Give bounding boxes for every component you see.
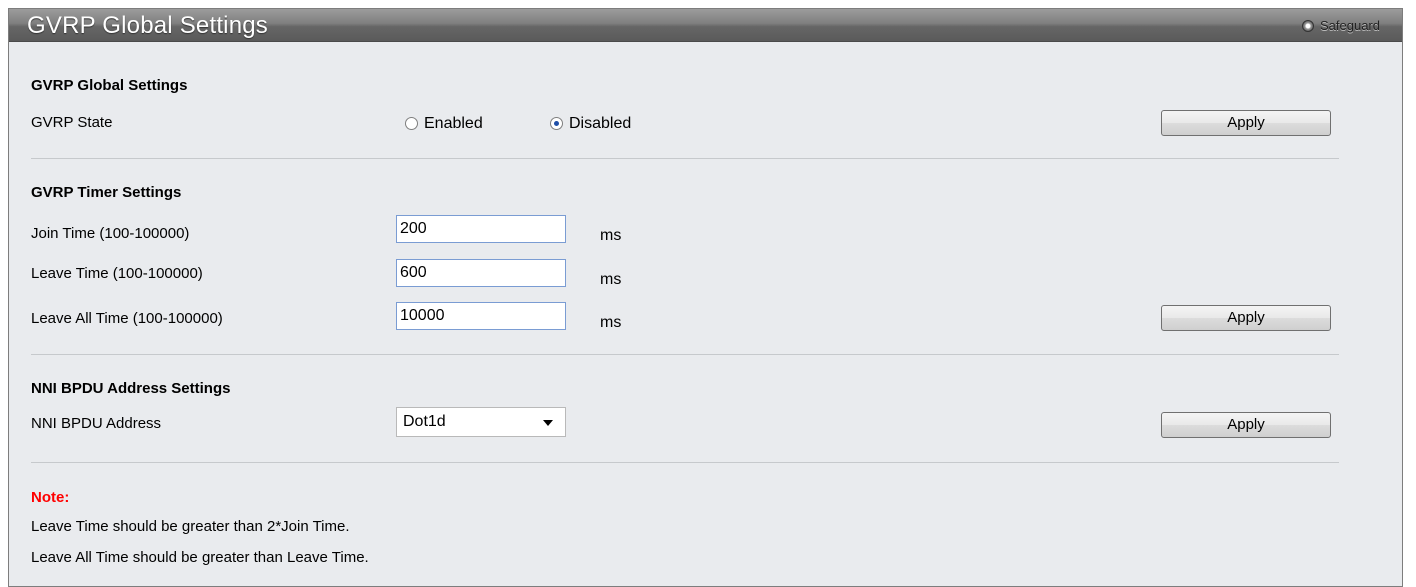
- title-bar: GVRP Global Settings Safeguard: [9, 9, 1402, 42]
- note-line: Leave Time should be greater than 2*Join…: [31, 518, 350, 535]
- gvrp-state-label: GVRP State: [31, 114, 113, 131]
- gvrp-global-settings-panel: GVRP Global Settings Safeguard GVRP Glob…: [8, 8, 1403, 587]
- nni-bpdu-address-label: NNI BPDU Address: [31, 415, 162, 432]
- gvrp-state-disabled-label: Disabled: [569, 115, 632, 132]
- timer-apply-button[interactable]: Apply: [1161, 305, 1331, 331]
- nni-bpdu-settings-heading: NNI BPDU Address Settings: [31, 380, 231, 397]
- nni-apply-button[interactable]: Apply: [1161, 412, 1331, 438]
- join-time-input[interactable]: [396, 215, 566, 243]
- chevron-down-icon: [543, 420, 553, 426]
- leave-all-time-input[interactable]: [396, 302, 566, 330]
- leave-time-label: Leave Time (100-100000): [31, 265, 203, 282]
- safeguard-icon: [1302, 19, 1314, 32]
- section-divider: [31, 462, 1339, 463]
- join-time-label: Join Time (100-100000): [31, 225, 190, 242]
- safeguard-label: Safeguard: [1320, 18, 1380, 33]
- note-line: Leave All Time should be greater than Le…: [31, 549, 369, 566]
- leave-all-time-label: Leave All Time (100-100000): [31, 310, 223, 327]
- leave-time-unit: ms: [600, 271, 622, 288]
- gvrp-timer-settings-heading: GVRP Timer Settings: [31, 184, 182, 201]
- nni-bpdu-address-select[interactable]: Dot1d: [396, 407, 566, 437]
- join-time-unit: ms: [600, 227, 622, 244]
- gvrp-state-enabled-radio[interactable]: [405, 117, 418, 130]
- page-title: GVRP Global Settings: [27, 12, 269, 39]
- gvrp-global-settings-heading: GVRP Global Settings: [31, 77, 188, 94]
- leave-all-time-unit: ms: [600, 314, 622, 331]
- gvrp-state-disabled-radio[interactable]: [550, 117, 563, 130]
- section-divider: [31, 354, 1339, 355]
- gvrp-state-apply-button[interactable]: Apply: [1161, 110, 1331, 136]
- safeguard-indicator[interactable]: Safeguard: [1302, 17, 1380, 34]
- note-title: Note:: [31, 489, 70, 506]
- leave-time-input[interactable]: [396, 259, 566, 287]
- section-divider: [31, 158, 1339, 159]
- nni-bpdu-address-value: Dot1d: [403, 413, 446, 430]
- gvrp-state-enabled-label: Enabled: [424, 115, 483, 132]
